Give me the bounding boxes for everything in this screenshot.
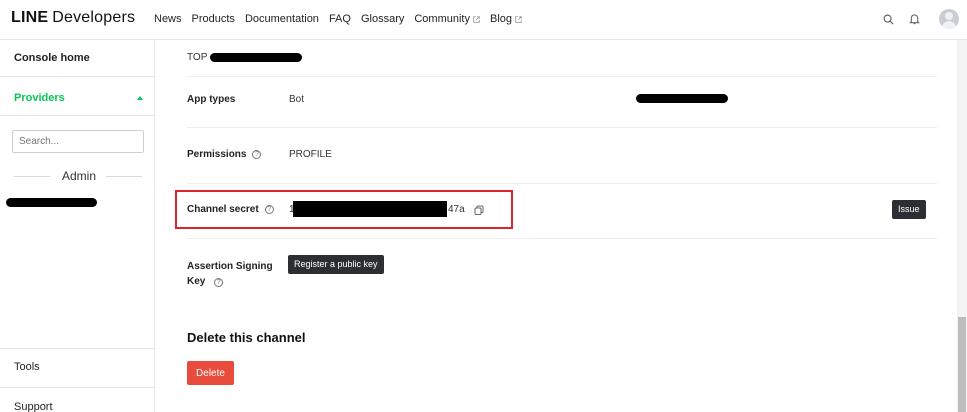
help-icon[interactable]: ? (252, 150, 262, 159)
row-divider (187, 76, 937, 77)
logo-developers: Developers (52, 9, 136, 26)
nav-community-label: Community (414, 13, 470, 25)
row-divider (187, 183, 937, 184)
sidebar-item-console-home[interactable]: Console home (14, 52, 90, 64)
channel-secret-suffix: 47a (448, 204, 465, 215)
channel-secret-label-text: Channel secret (187, 204, 259, 215)
nav-blog[interactable]: Blog (490, 13, 522, 25)
nav-faq-label: FAQ (328, 13, 351, 25)
chevron-up-icon[interactable] (137, 96, 143, 100)
row-divider (187, 238, 937, 239)
divider (106, 176, 142, 177)
nav-blog-label: Blog (489, 13, 513, 25)
external-link-icon (515, 15, 522, 23)
sidebar-item-tools[interactable]: Tools (14, 361, 40, 373)
nav-news-label: News (154, 13, 182, 25)
admin-label: Admin (62, 169, 97, 183)
search-icon[interactable] (881, 12, 895, 26)
main-content: TOP App types Bot Permissions ? PROFILE … (156, 40, 956, 412)
nav-documentation[interactable]: Documentation (245, 13, 319, 25)
app-types-label: App types (187, 94, 235, 105)
row-divider (187, 127, 937, 128)
register-public-key-button[interactable]: Register a public key (288, 255, 384, 274)
sidebar-divider (0, 115, 155, 116)
top-navigation-bar: LINE Developers News Products Documentati… (0, 0, 967, 40)
breadcrumb[interactable]: TOP (187, 52, 207, 63)
delete-channel-title: Delete this channel (187, 330, 306, 345)
sidebar-item-support[interactable]: Support (14, 401, 53, 412)
redacted-value (636, 94, 728, 103)
redacted-channel-secret (293, 201, 447, 217)
redacted-provider-name[interactable] (6, 198, 97, 207)
help-icon[interactable]: ? (214, 278, 224, 287)
nav-products-label: Products (191, 13, 235, 25)
sidebar-divider (0, 348, 155, 349)
divider (14, 176, 50, 177)
bell-icon[interactable] (907, 12, 921, 26)
scrollbar[interactable] (957, 40, 967, 412)
app-types-value: Bot (289, 94, 305, 105)
nav-community[interactable]: Community (414, 13, 480, 25)
permissions-label-text: Permissions (187, 149, 247, 160)
logo-line: LINE (11, 9, 49, 26)
nav-news[interactable]: News (154, 13, 182, 25)
sidebar-item-providers[interactable]: Providers (14, 92, 65, 104)
delete-button[interactable]: Delete (187, 361, 234, 385)
redacted-breadcrumb-text (210, 53, 302, 62)
sidebar: Console home Providers Admin Tools Suppo… (0, 40, 155, 412)
admin-group-header: Admin (14, 169, 144, 183)
assertion-signing-key-label: Assertion Signing Key ? (187, 259, 277, 289)
nav-glossary[interactable]: Glossary (361, 13, 404, 25)
scrollbar-thumb[interactable] (958, 317, 966, 412)
nav-faq[interactable]: FAQ (329, 13, 351, 25)
assertion-label-text: Assertion Signing Key (187, 261, 273, 287)
sidebar-divider (0, 387, 155, 388)
sidebar-divider (0, 76, 155, 77)
line-developers-logo[interactable]: LINE Developers (11, 9, 135, 27)
help-icon[interactable]: ? (264, 205, 274, 214)
nav-documentation-label: Documentation (244, 13, 319, 25)
permissions-value: PROFILE (289, 149, 332, 160)
avatar[interactable] (939, 9, 959, 29)
external-link-icon (473, 15, 480, 23)
header-actions (881, 9, 959, 29)
nav-glossary-label: Glossary (360, 13, 405, 25)
provider-search-input[interactable] (12, 130, 144, 153)
main-nav: News Products Documentation FAQ Glossary… (154, 13, 532, 25)
nav-products[interactable]: Products (192, 13, 235, 25)
channel-secret-label: Channel secret ? (187, 204, 274, 215)
issue-button[interactable]: Issue (892, 200, 926, 219)
app-types-label-text: App types (187, 94, 236, 105)
copy-icon[interactable] (474, 205, 484, 215)
permissions-label: Permissions ? (187, 149, 262, 160)
